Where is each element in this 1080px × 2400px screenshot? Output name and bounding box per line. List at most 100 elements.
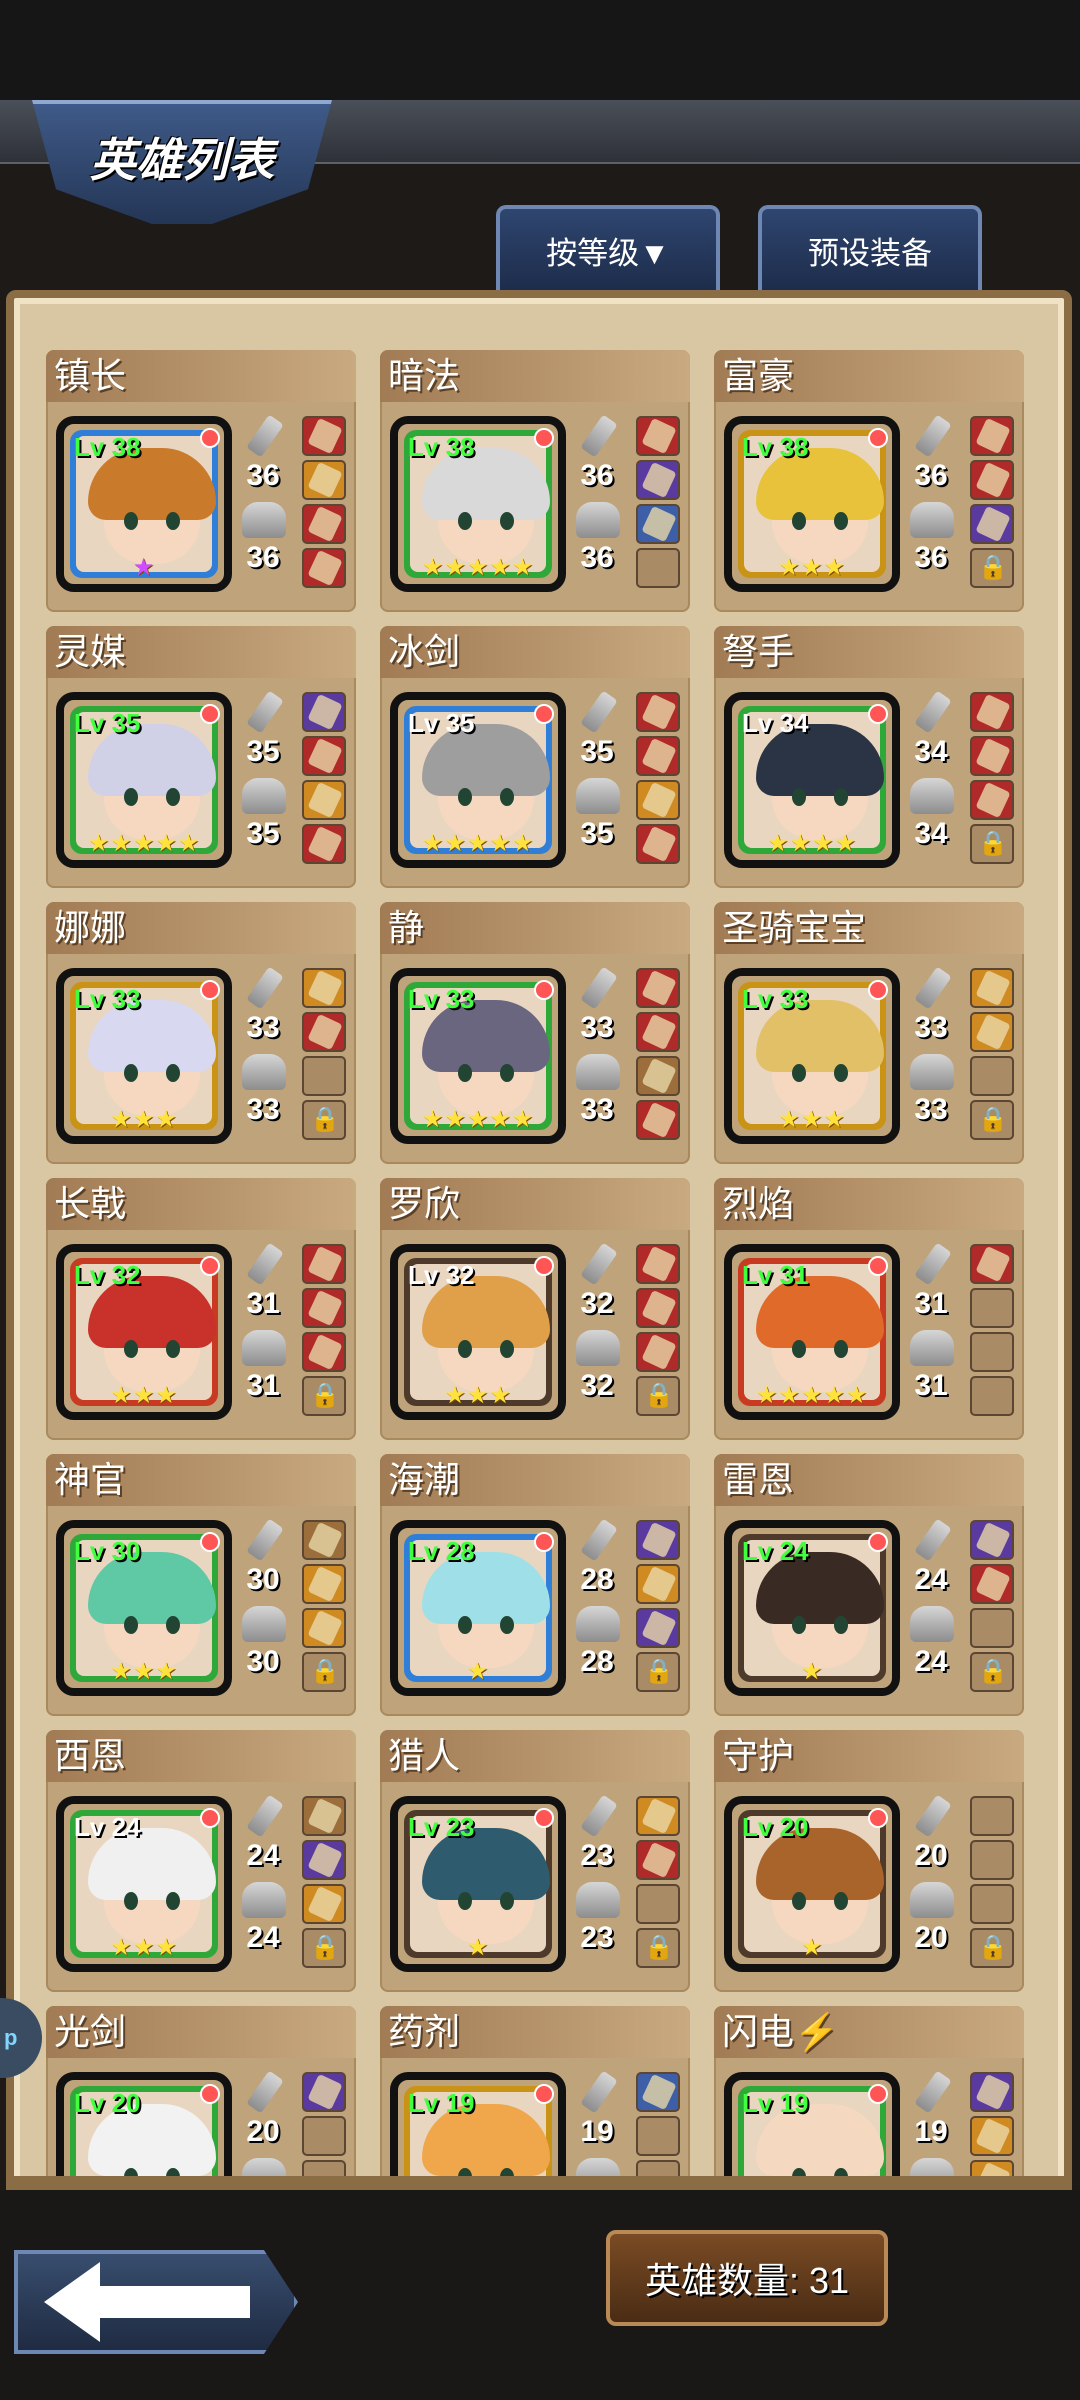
sort-by-level-button[interactable]: 按等级▼ [496, 205, 720, 291]
equipment-item-icon[interactable] [302, 504, 346, 544]
equipment-item-icon[interactable] [302, 780, 346, 820]
equipment-item-icon[interactable] [970, 416, 1014, 456]
hero-card[interactable]: 镇长 Lv 38 ★ 36 36 [46, 350, 356, 612]
hero-card[interactable]: 雷恩 Lv 24 ★ 24 24 [714, 1454, 1024, 1716]
hero-portrait[interactable]: Lv 33 ★★★ [56, 968, 232, 1144]
hero-portrait[interactable]: Lv 35 ★★★★★ [390, 692, 566, 868]
equipment-item-icon[interactable] [302, 824, 346, 864]
hero-portrait[interactable]: Lv 33 ★★★★★ [390, 968, 566, 1144]
equipment-item-icon[interactable] [636, 1100, 680, 1140]
equipment-item-icon[interactable] [636, 2072, 680, 2112]
hero-card[interactable]: 烈焰 Lv 31 ★★★★★ 31 31 [714, 1178, 1024, 1440]
hero-card[interactable]: 闪电⚡ Lv 19 1919 [714, 2006, 1024, 2180]
hero-portrait[interactable]: Lv 30 ★★★ [56, 1520, 232, 1696]
hero-grid[interactable]: 镇长 Lv 38 ★ 36 36 暗法 Lv 38 ★★★★★ 36 36 富豪 Lv 38 ★★★ 36… [46, 350, 1026, 2180]
hero-card[interactable]: 长戟 Lv 32 ★★★ 31 31 [46, 1178, 356, 1440]
equipment-item-icon[interactable] [302, 1012, 346, 1052]
hero-card[interactable]: 光剑 Lv 20 2020 [46, 2006, 356, 2180]
equipment-item-icon[interactable] [302, 1796, 346, 1836]
equipment-item-icon[interactable] [970, 1564, 1014, 1604]
equipment-item-icon[interactable] [302, 2072, 346, 2112]
hero-card[interactable]: 西恩 Lv 24 ★★★ 24 24 [46, 1730, 356, 1992]
equipment-item-icon[interactable] [636, 1012, 680, 1052]
equipment-item-icon[interactable] [302, 1520, 346, 1560]
hero-portrait[interactable]: Lv 38 ★★★★★ [390, 416, 566, 592]
hero-card[interactable]: 弩手 Lv 34 ★★★★ 34 34 [714, 626, 1024, 888]
equipment-item-icon[interactable] [636, 824, 680, 864]
hero-card[interactable]: 灵媒 Lv 35 ★★★★★ 35 35 [46, 626, 356, 888]
hero-portrait[interactable]: Lv 34 ★★★★ [724, 692, 900, 868]
hero-portrait[interactable]: Lv 35 ★★★★★ [56, 692, 232, 868]
equipment-item-icon[interactable] [636, 460, 680, 500]
equipment-item-icon[interactable] [302, 736, 346, 776]
equipment-item-icon[interactable] [302, 1884, 346, 1924]
equipment-item-icon[interactable] [302, 692, 346, 732]
equipment-item-icon[interactable] [636, 1840, 680, 1880]
hero-card[interactable]: 守护 Lv 20 ★ 20 20 [714, 1730, 1024, 1992]
equipment-item-icon[interactable] [970, 2072, 1014, 2112]
equipment-item-icon[interactable] [302, 416, 346, 456]
empty-equipment-slot[interactable] [636, 548, 680, 588]
equipment-item-icon[interactable] [970, 736, 1014, 776]
equipment-item-icon[interactable] [636, 1332, 680, 1372]
equipment-item-icon[interactable] [302, 548, 346, 588]
equipment-item-icon[interactable] [302, 1564, 346, 1604]
preset-equipment-button[interactable]: 预设装备 [758, 205, 982, 291]
equipment-item-icon[interactable] [970, 1012, 1014, 1052]
locked-slot-lock-icon[interactable] [970, 1100, 1014, 1140]
locked-slot-lock-icon[interactable] [970, 1652, 1014, 1692]
hero-card[interactable]: 静 Lv 33 ★★★★★ 33 33 [380, 902, 690, 1164]
locked-slot-lock-icon[interactable] [302, 1928, 346, 1968]
locked-slot-lock-icon[interactable] [970, 1928, 1014, 1968]
locked-slot-lock-icon[interactable] [636, 1376, 680, 1416]
equipment-item-icon[interactable] [302, 1244, 346, 1284]
hero-card[interactable]: 暗法 Lv 38 ★★★★★ 36 36 [380, 350, 690, 612]
equipment-item-icon[interactable] [970, 460, 1014, 500]
equipment-item-icon[interactable] [302, 1608, 346, 1648]
equipment-item-icon[interactable] [636, 1244, 680, 1284]
equipment-item-icon[interactable] [636, 1288, 680, 1328]
locked-slot-lock-icon[interactable] [302, 1100, 346, 1140]
equipment-item-icon[interactable] [970, 692, 1014, 732]
equipment-item-icon[interactable] [970, 1244, 1014, 1284]
equipment-item-icon[interactable] [636, 736, 680, 776]
empty-equipment-slot[interactable] [302, 2116, 346, 2156]
hero-portrait[interactable]: Lv 19 [390, 2072, 566, 2180]
hero-portrait[interactable]: Lv 23 ★ [390, 1796, 566, 1972]
equipment-item-icon[interactable] [970, 968, 1014, 1008]
empty-equipment-slot[interactable] [970, 1056, 1014, 1096]
equipment-item-icon[interactable] [302, 460, 346, 500]
hero-card[interactable]: 猎人 Lv 23 ★ 23 23 [380, 1730, 690, 1992]
equipment-item-icon[interactable] [636, 1796, 680, 1836]
hero-card[interactable]: 神官 Lv 30 ★★★ 30 30 [46, 1454, 356, 1716]
empty-equipment-slot[interactable] [970, 1884, 1014, 1924]
empty-equipment-slot[interactable] [970, 1608, 1014, 1648]
equipment-item-icon[interactable] [636, 780, 680, 820]
equipment-item-icon[interactable] [636, 1520, 680, 1560]
equipment-item-icon[interactable] [636, 692, 680, 732]
hero-card[interactable]: 海潮 Lv 28 ★ 28 28 [380, 1454, 690, 1716]
locked-slot-lock-icon[interactable] [636, 1928, 680, 1968]
empty-equipment-slot[interactable] [970, 1376, 1014, 1416]
equipment-item-icon[interactable] [970, 2116, 1014, 2156]
hero-card[interactable]: 冰剑 Lv 35 ★★★★★ 35 35 [380, 626, 690, 888]
empty-equipment-slot[interactable] [302, 1056, 346, 1096]
empty-equipment-slot[interactable] [970, 1332, 1014, 1372]
hero-portrait[interactable]: Lv 38 ★★★ [724, 416, 900, 592]
hero-portrait[interactable]: Lv 20 ★ [724, 1796, 900, 1972]
hero-card[interactable]: 娜娜 Lv 33 ★★★ 33 33 [46, 902, 356, 1164]
equipment-item-icon[interactable] [302, 1332, 346, 1372]
hero-portrait[interactable]: Lv 28 ★ [390, 1520, 566, 1696]
locked-slot-lock-icon[interactable] [970, 824, 1014, 864]
locked-slot-lock-icon[interactable] [302, 1652, 346, 1692]
equipment-item-icon[interactable] [636, 968, 680, 1008]
empty-equipment-slot[interactable] [970, 1288, 1014, 1328]
equipment-item-icon[interactable] [636, 1056, 680, 1096]
hero-portrait[interactable]: Lv 32 ★★★ [56, 1244, 232, 1420]
hero-portrait[interactable]: Lv 33 ★★★ [724, 968, 900, 1144]
hero-portrait[interactable]: Lv 24 ★ [724, 1520, 900, 1696]
hero-card[interactable]: 药剂 Lv 19 1919 [380, 2006, 690, 2180]
equipment-item-icon[interactable] [970, 504, 1014, 544]
equipment-item-icon[interactable] [302, 968, 346, 1008]
equipment-item-icon[interactable] [636, 416, 680, 456]
